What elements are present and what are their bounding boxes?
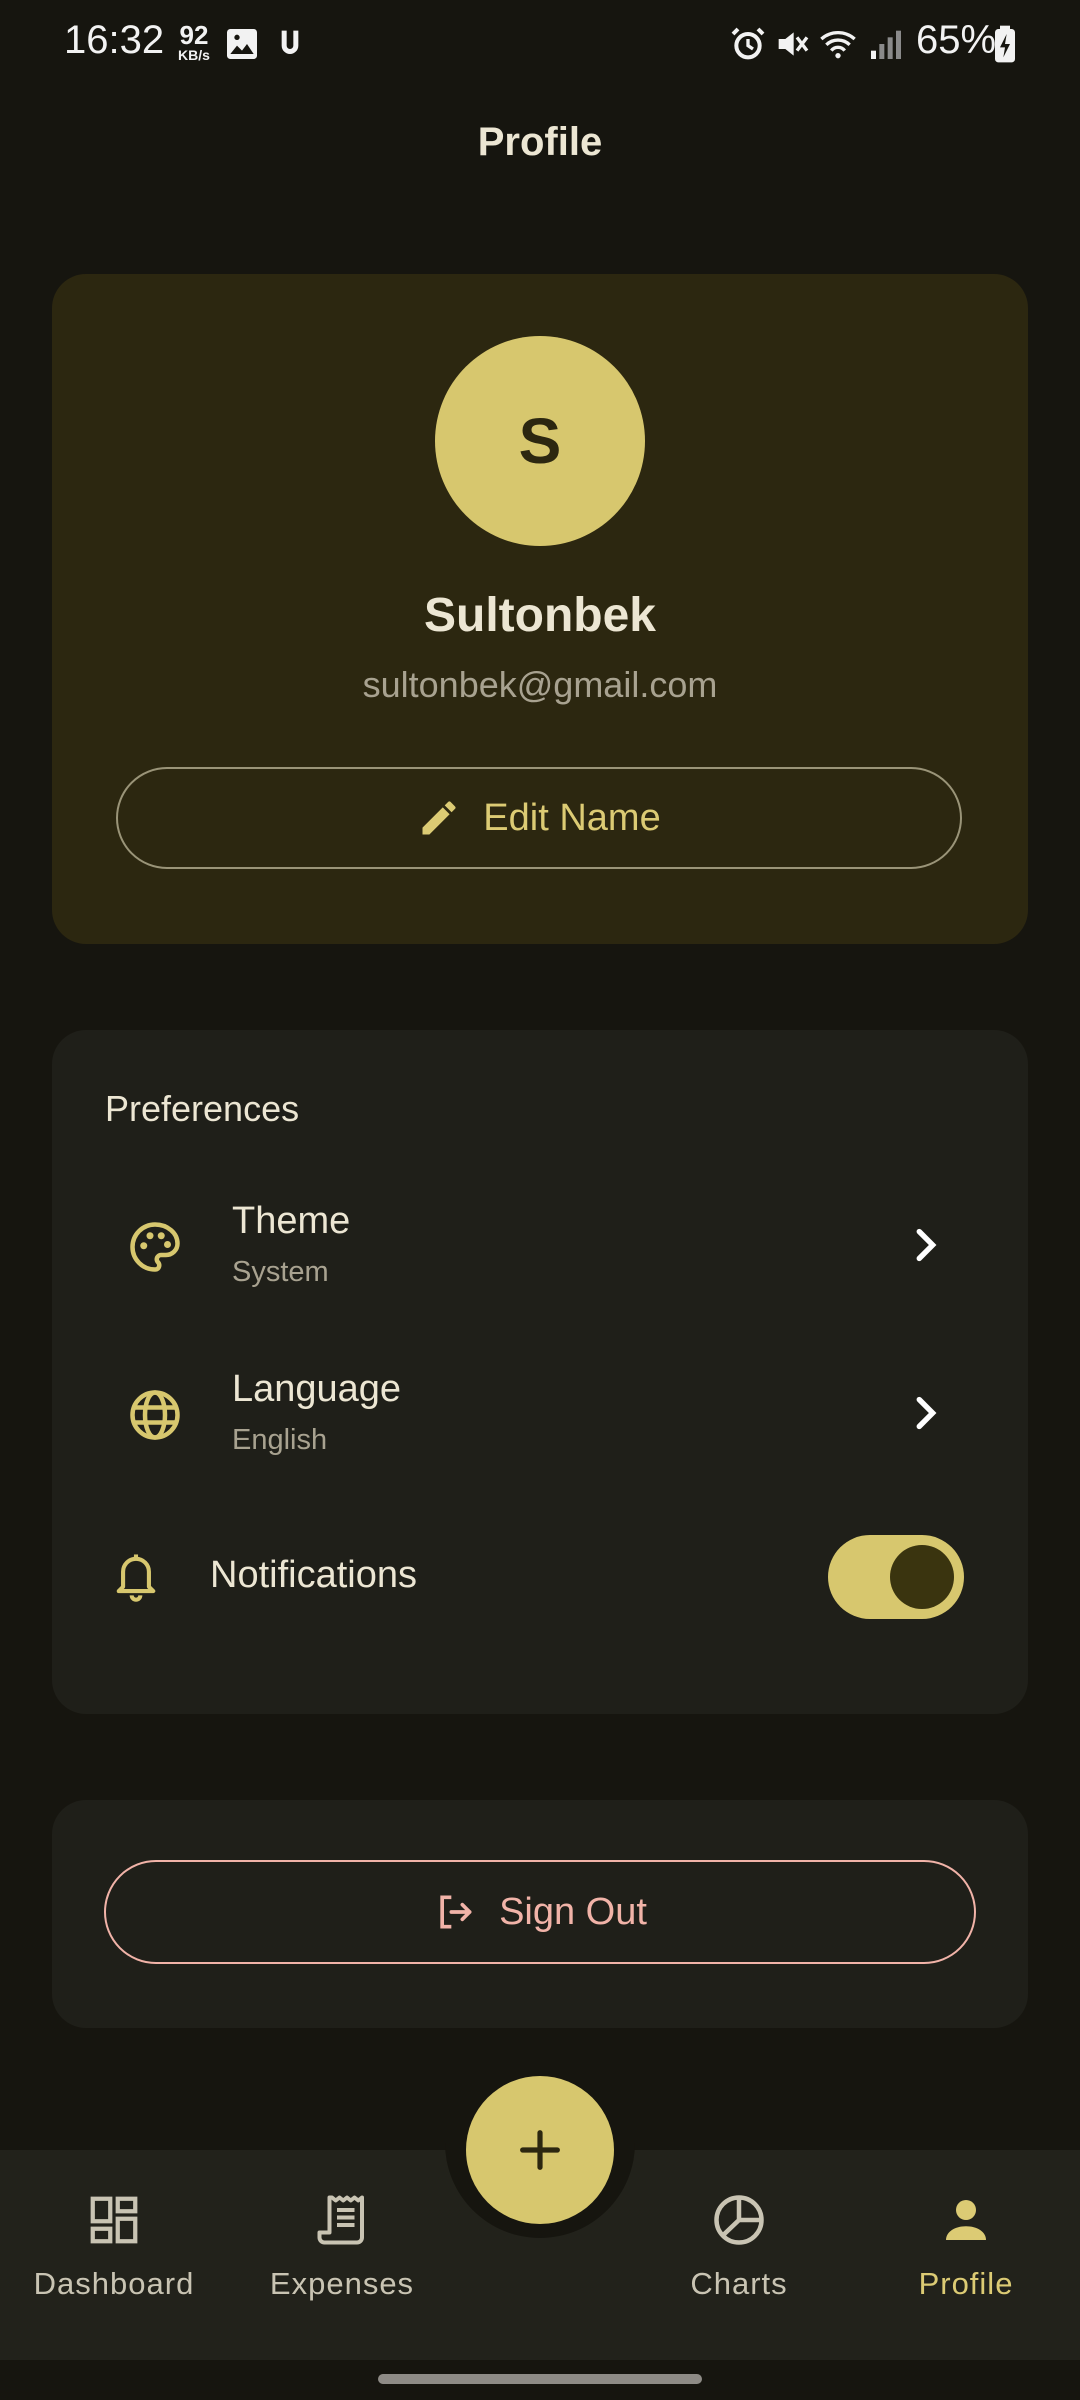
- bell-icon: [116, 1554, 156, 1602]
- battery-percent: 65%: [916, 18, 997, 62]
- edit-name-button[interactable]: Edit Name: [116, 767, 962, 869]
- page-title: Profile: [477, 120, 603, 164]
- nav-profile[interactable]: Profile: [866, 2190, 1066, 2302]
- pencil-icon: [422, 801, 456, 835]
- chevron-right-icon: [916, 1396, 937, 1430]
- add-expense-button[interactable]: [466, 2076, 614, 2224]
- nav-expenses-label: Expenses: [269, 2266, 415, 2301]
- notifications-label: Notifications: [210, 1554, 417, 1596]
- profile-name: Sultonbek: [423, 589, 656, 642]
- network-speed: 92 KB/s: [174, 22, 214, 62]
- notifications-toggle[interactable]: [828, 1535, 964, 1619]
- network-speed-unit: KB/s: [178, 47, 210, 63]
- preferences-title: Preferences: [105, 1088, 300, 1129]
- theme-value: System: [232, 1256, 329, 1288]
- wifi-icon: [820, 31, 856, 59]
- battery-charging-icon: [995, 25, 1015, 63]
- toggle-knob: [890, 1545, 954, 1609]
- chevron-right-icon: [916, 1228, 937, 1262]
- nav-profile-label: Profile: [918, 2266, 1014, 2301]
- signal-icon: [871, 30, 901, 59]
- avatar: S: [435, 336, 645, 546]
- person-icon: [946, 2200, 986, 2240]
- theme-row[interactable]: Theme System: [52, 1172, 1028, 1322]
- language-value: English: [232, 1424, 328, 1456]
- logout-icon: [440, 1895, 472, 1929]
- status-time: 16:32: [64, 18, 165, 62]
- app-notification-icon: [281, 30, 299, 54]
- sign-out-button[interactable]: Sign Out: [104, 1860, 976, 1964]
- nav-charts-label: Charts: [690, 2266, 788, 2301]
- mute-icon: [778, 32, 809, 56]
- nav-dashboard-label: Dashboard: [33, 2266, 195, 2301]
- dashboard-icon: [90, 2196, 138, 2244]
- language-row[interactable]: Language English: [52, 1340, 1028, 1490]
- receipt-icon: [317, 2195, 364, 2245]
- edit-name-label: Edit Name: [483, 796, 661, 839]
- globe-icon: [130, 1390, 180, 1440]
- nav-charts[interactable]: Charts: [639, 2190, 839, 2302]
- pie-chart-icon: [714, 2195, 764, 2245]
- language-label: Language: [232, 1368, 402, 1410]
- plus-icon: [520, 2130, 560, 2170]
- palette-icon: [130, 1222, 180, 1272]
- home-indicator[interactable]: [378, 2374, 702, 2384]
- profile-email: sultonbek@gmail.com: [362, 664, 718, 705]
- nav-dashboard[interactable]: Dashboard: [14, 2190, 214, 2302]
- sign-out-label: Sign Out: [499, 1890, 647, 1933]
- gallery-icon: [227, 29, 257, 59]
- network-speed-value: 92: [179, 20, 209, 50]
- alarm-icon: [731, 27, 765, 60]
- theme-label: Theme: [232, 1200, 351, 1242]
- nav-expenses[interactable]: Expenses: [242, 2190, 442, 2302]
- avatar-initial: S: [518, 405, 562, 477]
- status-bar: 16:32 92 KB/s 65%: [0, 0, 1080, 90]
